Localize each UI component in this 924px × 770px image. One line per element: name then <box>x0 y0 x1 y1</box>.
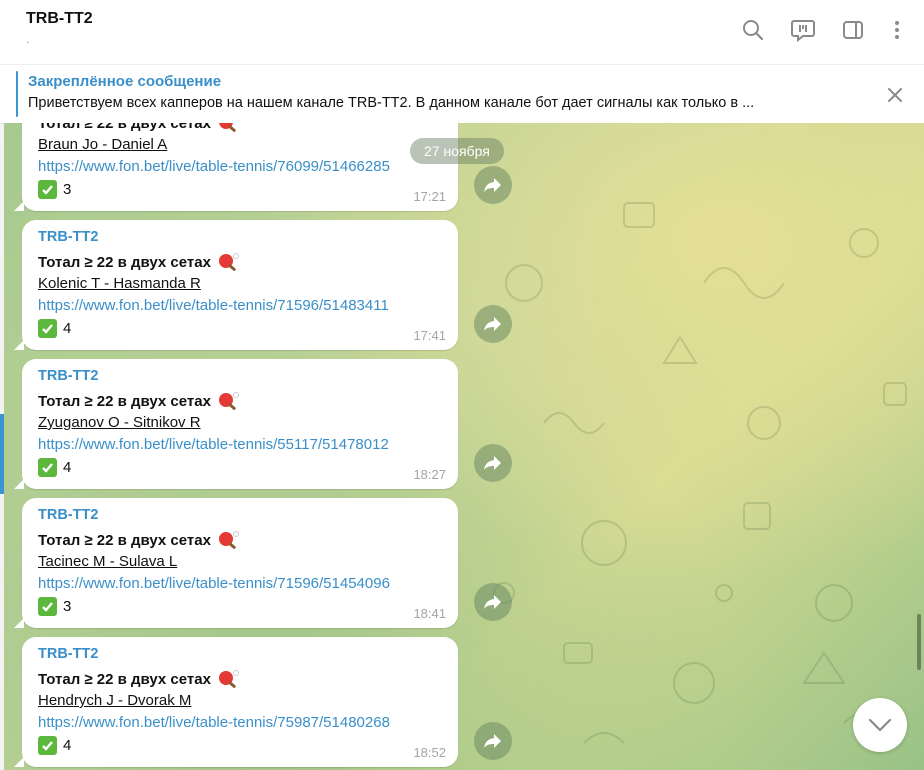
ping-pong-emoji <box>218 253 239 271</box>
result-value: 4 <box>63 737 72 754</box>
pinned-title: Закреплённое сообщение <box>28 73 222 90</box>
chat-title[interactable]: TRB-TT2 <box>26 10 93 28</box>
ping-pong-emoji <box>219 123 236 132</box>
chevron-down-icon <box>868 718 892 732</box>
ping-pong-emoji <box>218 392 239 410</box>
chat-subtitle: . <box>26 32 30 46</box>
forward-icon[interactable] <box>474 444 512 482</box>
bet-url[interactable]: https://www.fon.bet/live/table-tennis/76… <box>38 158 390 175</box>
message-time: 17:21 <box>413 189 446 204</box>
bet-line: Тотал ≥ 22 в двух сетах <box>38 252 239 272</box>
bet-text: Тотал ≥ 22 в двух сетах <box>38 670 211 688</box>
message-time: 17:41 <box>413 328 446 343</box>
check-mark-emoji <box>38 736 57 755</box>
pinned-text: Приветствуем всех капперов на нашем кана… <box>28 95 755 111</box>
message-time: 18:27 <box>413 467 446 482</box>
bubble-tail <box>14 479 24 489</box>
scroll-to-bottom-button[interactable] <box>853 698 907 752</box>
bet-url[interactable]: https://www.fon.bet/live/table-tennis/71… <box>38 297 389 314</box>
result-value: 3 <box>63 598 72 615</box>
search-icon[interactable] <box>739 16 767 44</box>
bet-text: Тотал ≥ 22 в двух сетах <box>38 253 211 271</box>
discussion-icon[interactable] <box>789 16 817 44</box>
check-mark-emoji <box>38 597 57 616</box>
ping-pong-emoji <box>218 531 239 549</box>
chat-scrollbar[interactable] <box>917 614 921 670</box>
chat-header: TRB-TT2 . <box>0 0 924 64</box>
players-link[interactable]: Tacinec M - Sulava L <box>38 553 177 570</box>
result-value: 3 <box>63 181 72 198</box>
result-value: 4 <box>63 459 72 476</box>
check-mark-emoji <box>38 180 57 199</box>
bet-url[interactable]: https://www.fon.bet/live/table-tennis/75… <box>38 714 390 731</box>
message-bubble[interactable]: TRB-TT2 Тотал ≥ 22 в двух сетах Zyuganov… <box>14 359 458 489</box>
sender-name[interactable]: TRB-TT2 <box>38 229 98 245</box>
bet-url[interactable]: https://www.fon.bet/live/table-tennis/71… <box>38 575 390 592</box>
ping-pong-emoji <box>218 670 239 688</box>
bet-text: Тотал ≥ 22 в двух сетах <box>38 123 211 132</box>
players-link[interactable]: Kolenic T - Hasmanda R <box>38 275 201 292</box>
close-icon[interactable] <box>882 82 908 108</box>
date-separator: 27 ноября <box>410 138 504 164</box>
forward-icon[interactable] <box>474 305 512 343</box>
message-time: 18:41 <box>413 606 446 621</box>
sender-name[interactable]: TRB-TT2 <box>38 368 98 384</box>
bet-text: Тотал ≥ 22 в двух сетах <box>38 531 211 549</box>
players-link[interactable]: Braun Jo - Daniel A <box>38 136 167 153</box>
message-bubble[interactable]: Тотал ≥ 22 в двух сетах Braun Jo - Danie… <box>14 123 458 211</box>
players-link[interactable]: Zyuganov O - Sitnikov R <box>38 414 201 431</box>
result-line: 3 <box>38 180 71 199</box>
bubble-tail <box>14 340 24 350</box>
bubble-tail <box>14 618 24 628</box>
forward-icon[interactable] <box>474 166 512 204</box>
forward-icon[interactable] <box>474 722 512 760</box>
result-line: 4 <box>38 736 71 755</box>
bubble-tail <box>14 757 24 767</box>
players-link[interactable]: Hendrych J - Dvorak M <box>38 692 191 709</box>
more-vertical-icon[interactable] <box>883 16 911 44</box>
message-bubble[interactable]: TRB-TT2 Тотал ≥ 22 в двух сетах Tacinec … <box>14 498 458 628</box>
result-line: 3 <box>38 597 71 616</box>
bet-line: Тотал ≥ 22 в двух сетах <box>38 669 239 689</box>
pinned-message-bar[interactable]: Закреплённое сообщение Приветствуем всех… <box>0 64 924 124</box>
bet-text: Тотал ≥ 22 в двух сетах <box>38 392 211 410</box>
bet-line: Тотал ≥ 22 в двух сетах <box>38 391 239 411</box>
message-bubble[interactable]: TRB-TT2 Тотал ≥ 22 в двух сетах Kolenic … <box>14 220 458 350</box>
check-mark-emoji <box>38 458 57 477</box>
bubble-tail <box>14 201 24 211</box>
bet-line: Тотал ≥ 22 в двух сетах <box>38 123 239 133</box>
result-line: 4 <box>38 319 71 338</box>
message-bubble[interactable]: TRB-TT2 Тотал ≥ 22 в двух сетах Hendrych… <box>14 637 458 767</box>
sender-name[interactable]: TRB-TT2 <box>38 507 98 523</box>
forward-icon[interactable] <box>474 583 512 621</box>
sender-name[interactable]: TRB-TT2 <box>38 646 98 662</box>
bet-url[interactable]: https://www.fon.bet/live/table-tennis/55… <box>38 436 389 453</box>
pinned-indicator <box>16 71 18 117</box>
result-line: 4 <box>38 458 71 477</box>
message-list[interactable]: Тотал ≥ 22 в двух сетах Braun Jo - Danie… <box>4 123 924 770</box>
result-value: 4 <box>63 320 72 337</box>
check-mark-emoji <box>38 319 57 338</box>
message-time: 18:52 <box>413 745 446 760</box>
bet-line: Тотал ≥ 22 в двух сетах <box>38 530 239 550</box>
sidebar-toggle-icon[interactable] <box>839 16 867 44</box>
